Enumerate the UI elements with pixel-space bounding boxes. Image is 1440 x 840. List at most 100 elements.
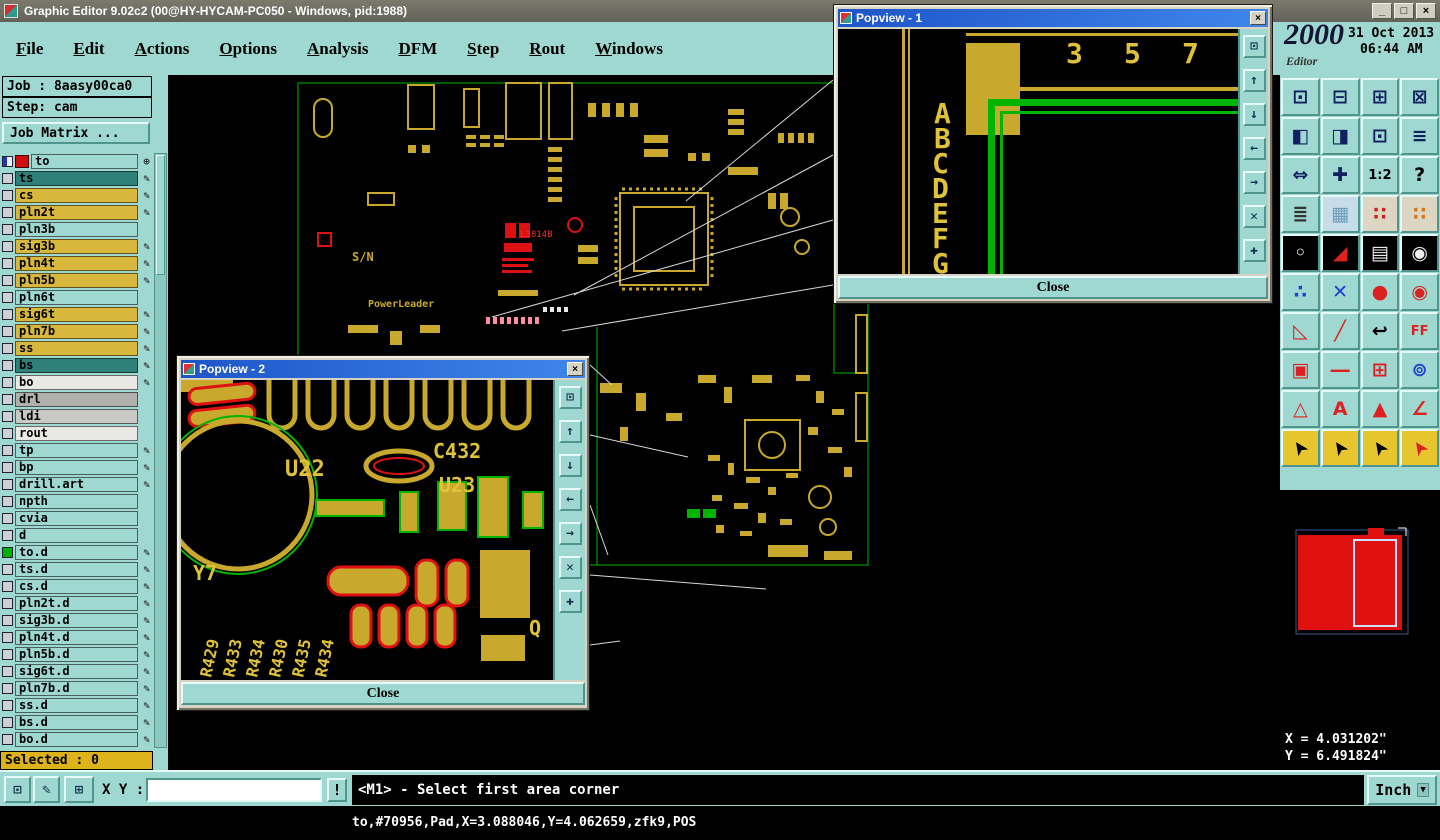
overview-icon[interactable]: ⊡ <box>558 386 582 409</box>
layer-checkbox[interactable] <box>2 649 13 660</box>
layer-checkbox[interactable] <box>2 462 13 473</box>
layer-row-bo.d[interactable]: bo.d ✎ <box>0 731 153 748</box>
tool-button-6[interactable]: ◨ <box>1320 117 1360 155</box>
menu-analysis[interactable]: Analysis <box>307 39 368 59</box>
tool-button-36[interactable]: ∠ <box>1400 390 1439 428</box>
layer-checkbox[interactable] <box>2 207 13 218</box>
tool-button-35[interactable]: ▲ <box>1360 390 1400 428</box>
popview-2-canvas[interactable]: U22 C432 U23 Y7 Q R429 R433 R434 R430 R4… <box>181 380 553 680</box>
tool-button-1[interactable]: ⊡ <box>1281 78 1320 116</box>
menu-windows[interactable]: Windows <box>595 39 663 59</box>
tool-button-30[interactable]: ― <box>1320 351 1360 389</box>
layer-checkbox[interactable] <box>2 700 13 711</box>
layer-checkbox[interactable] <box>2 275 13 286</box>
close-button[interactable]: × <box>1416 3 1436 19</box>
layer-row-pln4t.d[interactable]: pln4t.d ✎ <box>0 629 153 646</box>
layer-row-sig3b.d[interactable]: sig3b.d ✎ <box>0 612 153 629</box>
tool-button-3[interactable]: ⊞ <box>1360 78 1400 116</box>
layer-checkbox[interactable] <box>2 343 13 354</box>
menu-step[interactable]: Step <box>467 39 499 59</box>
layer-row-pln7b.d[interactable]: pln7b.d ✎ <box>0 680 153 697</box>
layer-checkbox[interactable] <box>2 377 13 388</box>
menu-edit[interactable]: Edit <box>73 39 104 59</box>
menu-rout[interactable]: Rout <box>529 39 565 59</box>
pan-center-icon[interactable]: ✚ <box>1242 239 1266 262</box>
tool-button-25[interactable]: ◺ <box>1281 312 1320 350</box>
notes-button[interactable]: ✎ <box>33 776 60 803</box>
tool-button-28[interactable]: FF <box>1400 312 1439 350</box>
tool-button-5[interactable]: ◧ <box>1281 117 1320 155</box>
popview-button[interactable]: ⊡ <box>4 776 31 803</box>
tool-button-38[interactable]: ➤ <box>1320 429 1360 467</box>
tool-button-31[interactable]: ⊞ <box>1360 351 1400 389</box>
pan-down-icon[interactable]: ↓ <box>1242 103 1266 126</box>
zoom-out-icon[interactable]: ✕ <box>558 556 582 579</box>
layer-row-bp[interactable]: bp ✎ <box>0 459 153 476</box>
layer-row-drl[interactable]: drl <box>0 391 153 408</box>
units-selector[interactable]: Inch ▼ <box>1367 775 1437 805</box>
tool-button-13[interactable]: ≣ <box>1281 195 1320 233</box>
layer-row-bs.d[interactable]: bs.d ✎ <box>0 714 153 731</box>
tool-button-9[interactable]: ⇔ <box>1281 156 1320 194</box>
layer-checkbox[interactable] <box>2 666 13 677</box>
layer-checkbox[interactable] <box>2 411 13 422</box>
tool-button-18[interactable]: ◢ <box>1320 234 1360 272</box>
popview-1-close-icon[interactable]: × <box>1250 11 1266 25</box>
layer-checkbox[interactable] <box>2 564 13 575</box>
layer-checkbox[interactable] <box>2 615 13 626</box>
layer-row-sig6t.d[interactable]: sig6t.d ✎ <box>0 663 153 680</box>
layer-checkbox[interactable] <box>2 173 13 184</box>
layer-checkbox[interactable] <box>2 547 13 558</box>
xy-input[interactable] <box>146 778 322 802</box>
tool-button-17[interactable]: ◦ <box>1281 234 1320 272</box>
tool-button-34[interactable]: A <box>1320 390 1360 428</box>
pan-right-icon[interactable]: → <box>1242 171 1266 194</box>
pan-up-icon[interactable]: ↑ <box>1242 69 1266 92</box>
layer-row-pln2t.d[interactable]: pln2t.d ✎ <box>0 595 153 612</box>
tool-button-40[interactable]: ➤ <box>1400 429 1439 467</box>
pan-up-icon[interactable]: ↑ <box>558 420 582 443</box>
pan-left-icon[interactable]: ← <box>1242 137 1266 160</box>
layer-row-to.d[interactable]: to.d ✎ <box>0 544 153 561</box>
layer-row-ts.d[interactable]: ts.d ✎ <box>0 561 153 578</box>
tool-button-19[interactable]: ▤ <box>1360 234 1400 272</box>
tool-button-20[interactable]: ◉ <box>1400 234 1439 272</box>
layer-checkbox[interactable] <box>2 190 13 201</box>
alert-button[interactable]: ! <box>327 778 347 802</box>
layer-row-pln2t[interactable]: pln2t ✎ <box>0 204 153 221</box>
pan-down-icon[interactable]: ↓ <box>558 454 582 477</box>
tool-button-27[interactable]: ↩ <box>1360 312 1400 350</box>
layer-scrollbar[interactable] <box>154 153 167 748</box>
overview-navigator[interactable]: X = 4.031202" Y = 6.491824" <box>1280 490 1440 770</box>
tool-button-22[interactable]: ✕ <box>1320 273 1360 311</box>
popview-1-canvas[interactable]: 3 5 7 A B C D E F G <box>838 29 1238 274</box>
layer-row-tp[interactable]: tp ✎ <box>0 442 153 459</box>
layer-row-rout[interactable]: rout <box>0 425 153 442</box>
tool-button-14[interactable]: ▦ <box>1320 195 1360 233</box>
layer-row-cvia[interactable]: cvia <box>0 510 153 527</box>
pan-right-icon[interactable]: → <box>558 522 582 545</box>
layer-checkbox[interactable] <box>2 445 13 456</box>
tool-button-37[interactable]: ➤ <box>1281 429 1320 467</box>
tool-button-2[interactable]: ⊟ <box>1320 78 1360 116</box>
layer-checkbox[interactable] <box>2 632 13 643</box>
layer-row-d[interactable]: d <box>0 527 153 544</box>
layer-checkbox[interactable] <box>2 496 13 507</box>
layer-checkbox[interactable] <box>2 309 13 320</box>
maximize-button[interactable]: □ <box>1394 3 1414 19</box>
popview-1-titlebar[interactable]: Popview - 1 × <box>838 9 1268 27</box>
tool-button-8[interactable]: ≡ <box>1400 117 1439 155</box>
layer-checkbox[interactable] <box>2 734 13 745</box>
tool-button-26[interactable]: ╱ <box>1320 312 1360 350</box>
layer-row-pln7b[interactable]: pln7b ✎ <box>0 323 153 340</box>
tool-button-4[interactable]: ⊠ <box>1400 78 1439 116</box>
menu-file[interactable]: File <box>16 39 43 59</box>
tool-button-24[interactable]: ◉ <box>1400 273 1439 311</box>
popview-2-titlebar[interactable]: Popview - 2 × <box>181 360 585 378</box>
layer-row-to[interactable]: to ⊕ <box>0 153 153 170</box>
layer-row-pln3b[interactable]: pln3b <box>0 221 153 238</box>
layer-row-sig3b[interactable]: sig3b ✎ <box>0 238 153 255</box>
tool-button-12[interactable]: ? <box>1400 156 1439 194</box>
overview-icon[interactable]: ⊡ <box>1242 35 1266 58</box>
menu-actions[interactable]: Actions <box>135 39 190 59</box>
